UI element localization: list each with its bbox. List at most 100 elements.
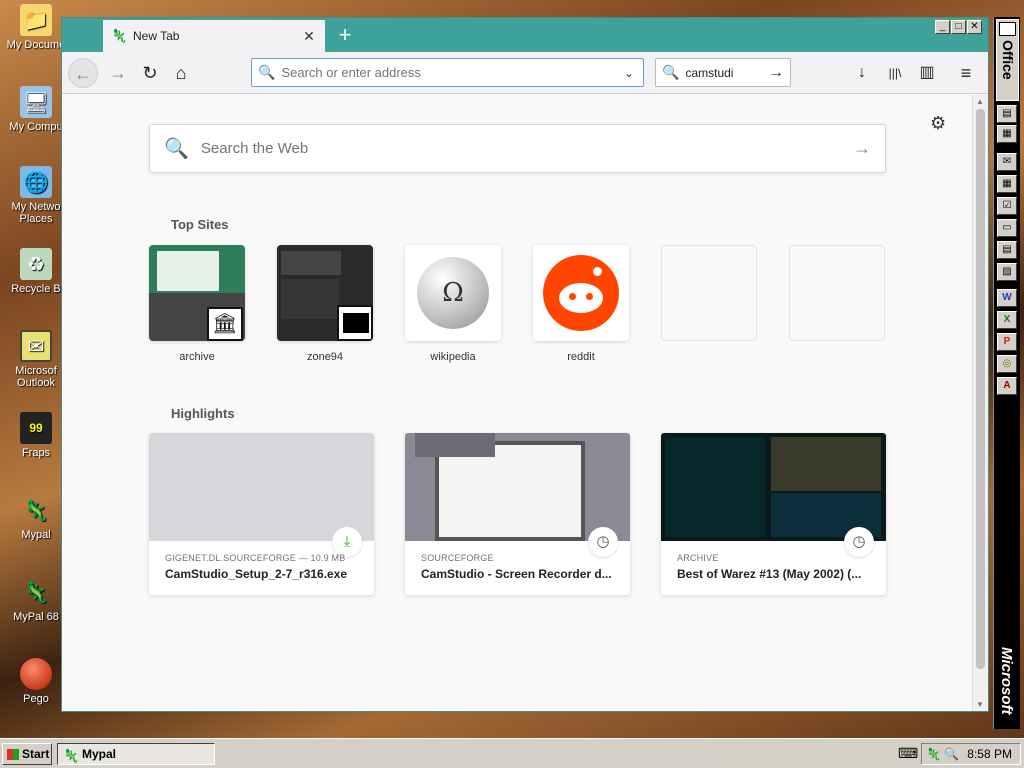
site-name: wikipedia	[430, 351, 476, 363]
top-site-empty	[661, 245, 757, 351]
mypal-tray-icon[interactable]: 🦎	[926, 744, 941, 764]
taskbar: Start 🦎 Mypal ⌨ 🦎 🔍 8:58 PM	[0, 738, 1024, 768]
office-button[interactable]: ▦	[997, 175, 1017, 193]
home-button[interactable]: ⌂	[167, 60, 195, 86]
archive-icon: 🏛	[207, 307, 243, 341]
desktop-icon-outlook[interactable]: ✉ Microsof Outlook	[6, 330, 66, 389]
start-label: Start	[22, 747, 50, 761]
downloads-button[interactable]: ↓	[849, 60, 875, 86]
highlight-title: CamStudio - Screen Recorder d...	[421, 567, 612, 581]
desktop-icon-my-computer[interactable]: 🖥 My Compu	[6, 86, 66, 133]
computer-icon: 🖥	[20, 86, 52, 118]
minimize-button[interactable]: _	[935, 20, 950, 34]
forward-button[interactable]: →	[104, 60, 132, 86]
desktop-icon-label: Pego	[23, 693, 49, 705]
chevron-down-icon[interactable]: ⌄	[621, 66, 637, 80]
desktop-icon-label: Recycle B	[11, 283, 61, 295]
excel-icon[interactable]: X	[997, 311, 1017, 329]
back-button[interactable]: ←	[68, 58, 98, 88]
close-window-button[interactable]: ✕	[967, 20, 982, 34]
office-button[interactable]: ▭	[997, 219, 1017, 237]
office-button[interactable]: ▤	[997, 241, 1017, 259]
top-site-empty	[789, 245, 885, 351]
desktop-icon-recycle-bin[interactable]: ♻ Recycle B	[6, 248, 66, 295]
taskbar-item-mypal[interactable]: 🦎 Mypal	[57, 743, 215, 765]
top-site-reddit[interactable]: reddit	[533, 245, 629, 363]
magnifier-tray-icon[interactable]: 🔍	[944, 744, 959, 764]
library-button[interactable]: |||\	[882, 60, 908, 86]
site-thumbnail[interactable]: 🏛	[149, 245, 245, 341]
site-name: zone94	[306, 351, 344, 363]
desktop-icon-fraps[interactable]: 99 Fraps	[6, 412, 66, 459]
arrow-right-icon[interactable]: →	[853, 138, 871, 159]
office-button[interactable]: ▤	[997, 105, 1017, 123]
highlight-thumbnail	[405, 433, 630, 541]
sidebar-button[interactable]: ▥	[914, 60, 940, 86]
desktop-icon-label: Fraps	[21, 447, 51, 459]
office-button[interactable]: ▨	[997, 263, 1017, 281]
address-bar[interactable]: 🔍 ⌄	[251, 58, 644, 87]
access-icon[interactable]: A	[997, 377, 1017, 395]
desktop-icon-label: My Compu	[9, 121, 63, 133]
mypal-icon: 🦎	[23, 499, 49, 522]
highlight-thumbnail	[661, 433, 886, 541]
desktop-icon-my-documents[interactable]: 📁 My Docume	[6, 4, 66, 51]
navigation-toolbar: ← → ↻ ⌂ 🔍 ⌄ 🔍 camstudi → ↓ |||\ ▥ ≡	[62, 52, 988, 94]
highlight-thumbnail	[149, 433, 374, 541]
reload-button[interactable]: ↻	[136, 60, 164, 86]
maximize-button[interactable]: □	[951, 20, 966, 34]
desktop-icon-label: Places	[19, 213, 53, 225]
site-thumbnail[interactable]: Ω	[405, 245, 501, 341]
clock-icon: ◷	[588, 527, 618, 557]
site-thumbnail[interactable]	[277, 245, 373, 341]
office-bar-title: Office	[1000, 40, 1016, 80]
start-button[interactable]: Start	[2, 743, 52, 765]
scroll-down-icon[interactable]: ▼	[976, 700, 984, 709]
site-thumbnail[interactable]	[533, 245, 629, 341]
wikipedia-globe-icon: Ω	[417, 257, 489, 329]
office-bar-header[interactable]: Office	[996, 19, 1019, 101]
desktop-icon-mypal-68[interactable]: 🦎 MyPal 68	[6, 576, 66, 624]
scroll-up-icon[interactable]: ▲	[976, 97, 984, 106]
office-shortcut-bar: Office ▤ ▦ ✉ ▦ ☑ ▭ ▤ ▨ W X P ◎ A Microso…	[993, 17, 1020, 729]
desktop-icon-mypal[interactable]: 🦎 Mypal	[6, 494, 66, 542]
recycle-bin-icon: ♻	[20, 248, 52, 280]
office-logo-icon	[999, 22, 1016, 36]
highlight-card[interactable]: ⤓ GIGENET.DL.SOURCEFORGE — 10.9 MB CamSt…	[149, 433, 374, 595]
mypal-icon: 🦎	[111, 28, 128, 43]
highlight-card[interactable]: ◷ ARCHIVE Best of Warez #13 (May 2002) (…	[661, 433, 886, 595]
top-site-archive[interactable]: 🏛 archive	[149, 245, 245, 363]
close-tab-button[interactable]: ✕	[301, 28, 317, 45]
powerpoint-icon[interactable]: P	[997, 333, 1017, 351]
word-icon[interactable]: W	[997, 289, 1017, 307]
scroll-thumb[interactable]	[976, 109, 985, 669]
highlight-title: Best of Warez #13 (May 2002) (...	[677, 567, 862, 581]
office-button[interactable]: ▦	[997, 125, 1017, 143]
network-icon: 🌐	[20, 166, 52, 198]
desktop-icon-pego[interactable]: Pego	[6, 658, 66, 705]
highlight-source: SOURCEFORGE	[421, 553, 494, 563]
arrow-right-icon[interactable]: →	[768, 64, 784, 82]
tab-new-tab[interactable]: 🦎 New Tab ✕	[103, 20, 325, 52]
tab-strip: 🦎 New Tab ✕ + _ □ ✕	[62, 18, 988, 52]
menu-button[interactable]: ≡	[953, 60, 979, 86]
new-tab-button[interactable]: +	[332, 22, 358, 48]
office-button[interactable]: ◎	[997, 355, 1017, 373]
site-name: reddit	[567, 351, 595, 363]
search-input[interactable]: camstudi	[685, 66, 768, 80]
top-site-zone94[interactable]: zone94	[277, 245, 373, 363]
highlight-title: CamStudio_Setup_2-7_r316.exe	[165, 567, 348, 581]
address-input[interactable]	[281, 65, 621, 80]
gear-icon[interactable]: ⚙	[930, 113, 946, 134]
vertical-scrollbar[interactable]: ▲ ▼	[972, 95, 988, 711]
office-button[interactable]: ☑	[997, 197, 1017, 215]
highlight-card[interactable]: ◷ SOURCEFORGE CamStudio - Screen Recorde…	[405, 433, 630, 595]
top-site-wikipedia[interactable]: Ω wikipedia	[405, 245, 501, 363]
keyboard-icon[interactable]: ⌨	[898, 745, 918, 762]
office-button[interactable]: ✉	[997, 153, 1017, 171]
desktop-icon-label: MyPal 68	[13, 611, 59, 623]
search-bar[interactable]: 🔍 camstudi →	[655, 58, 791, 87]
web-search-box[interactable]: 🔍 Search the Web →	[149, 124, 886, 173]
mypal-icon: 🦎	[23, 581, 49, 604]
desktop-icon-my-network-places[interactable]: 🌐 My Netwo Places	[6, 166, 66, 225]
